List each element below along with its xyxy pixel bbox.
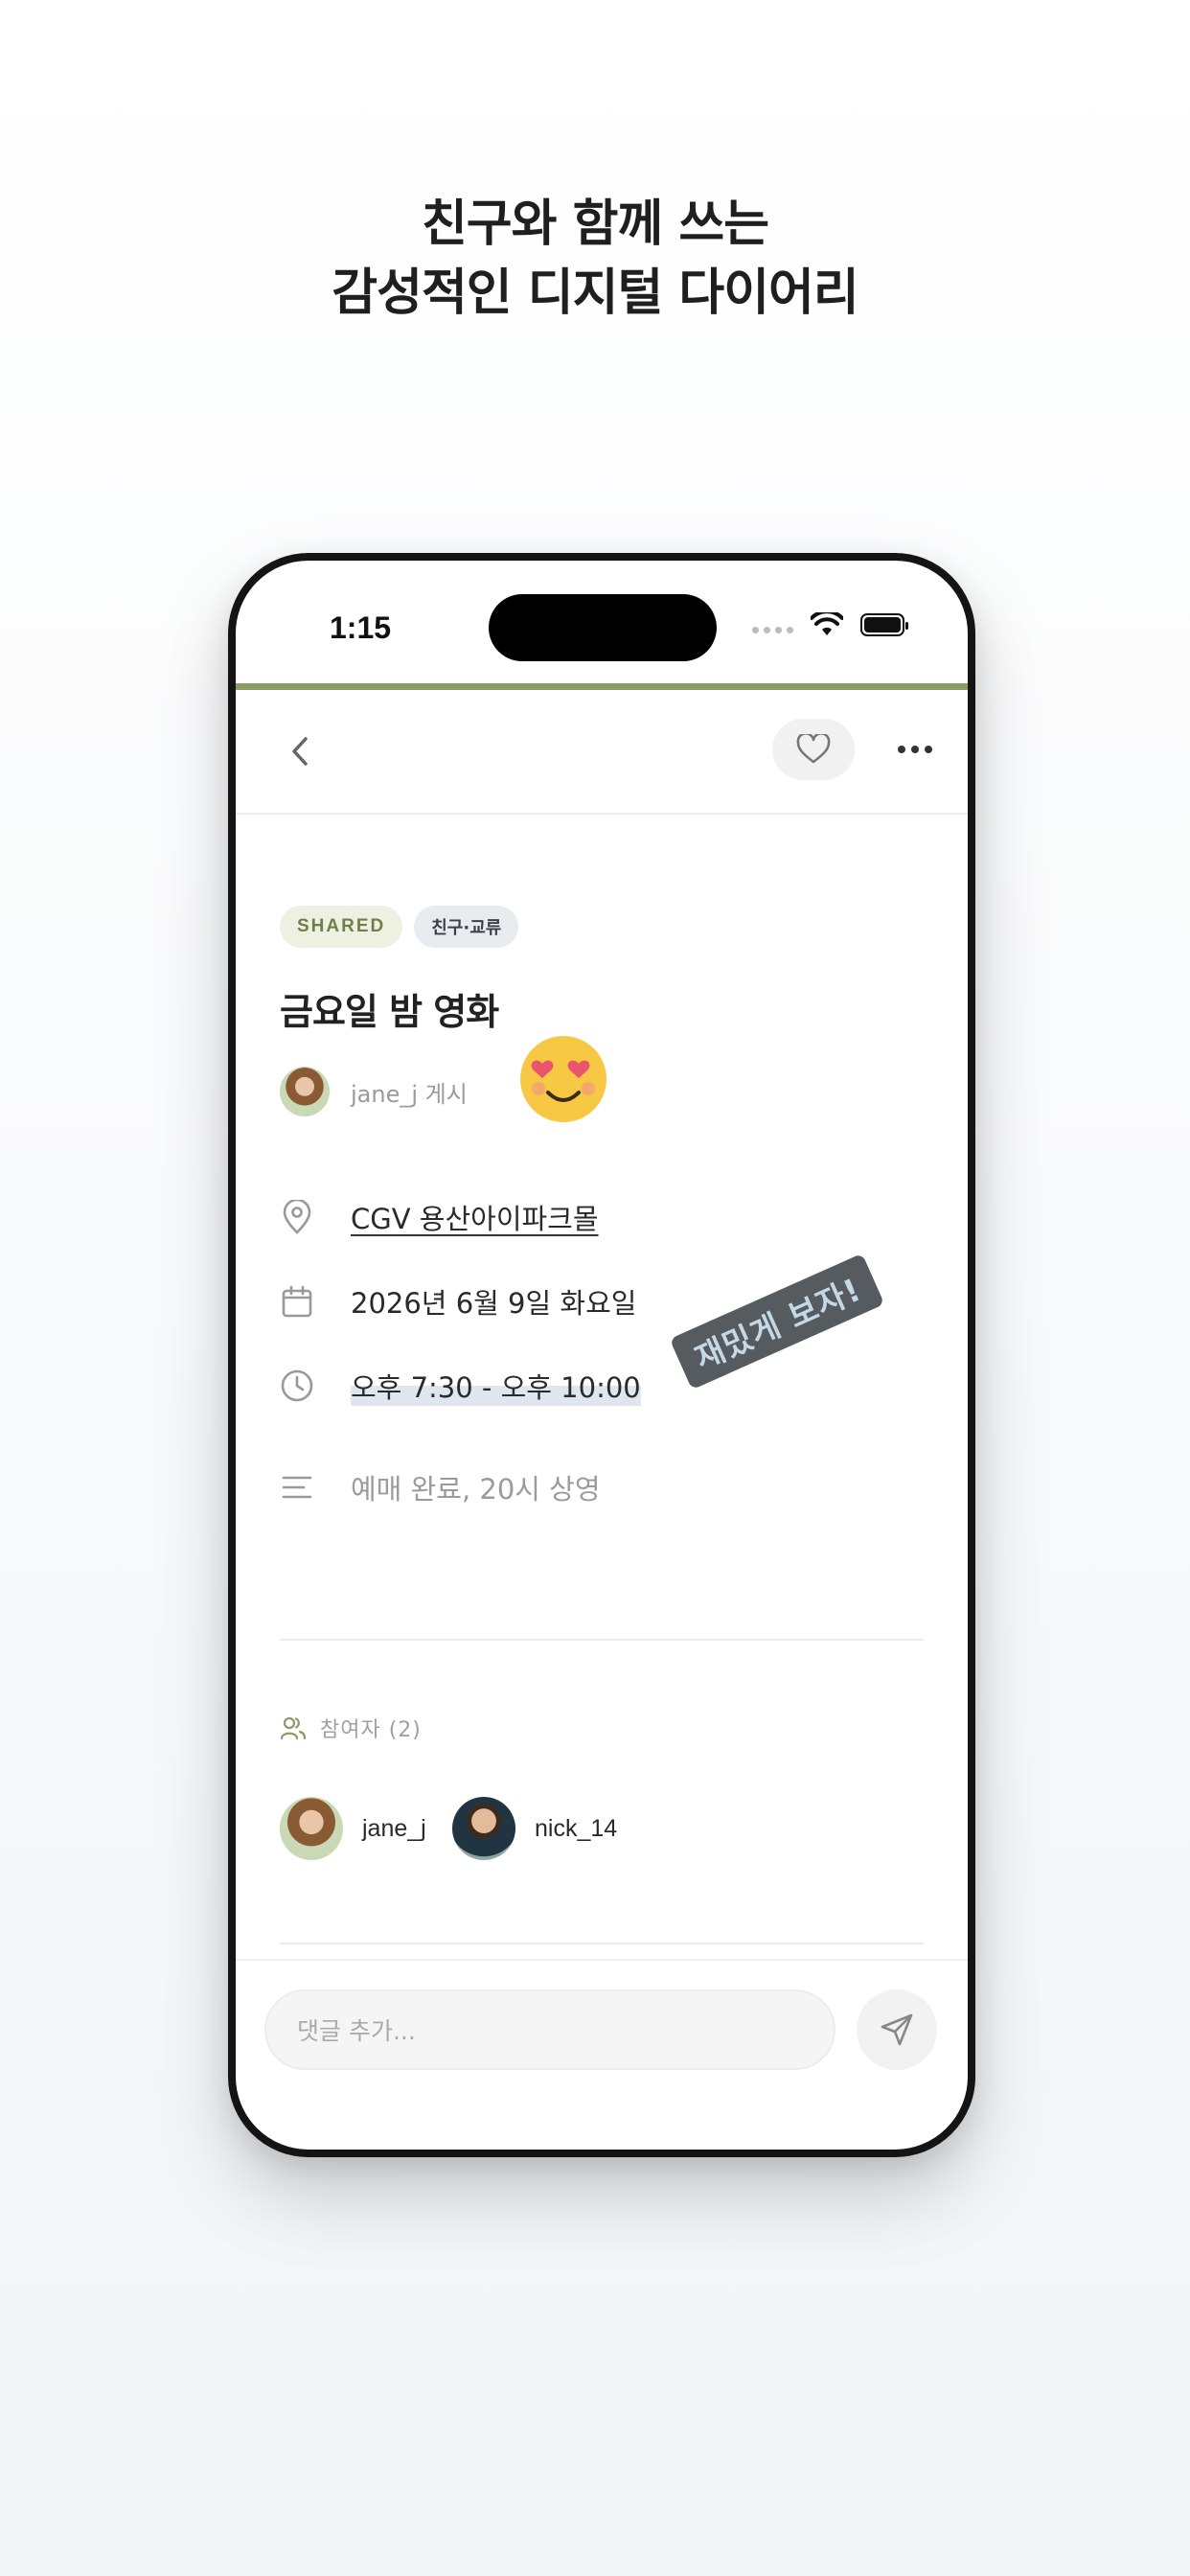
author-label: jane_j 게시 <box>351 1080 468 1108</box>
dynamic-island <box>489 594 717 661</box>
accent-bar <box>236 683 968 690</box>
send-icon <box>881 2013 913 2046</box>
tag-category: 친구·교류 <box>414 906 519 948</box>
text-lines-icon <box>282 1476 312 1499</box>
headline: 친구와 함께 쓰는 감성적인 디지털 다이어리 <box>0 190 1190 328</box>
send-button[interactable] <box>857 1990 937 2070</box>
status-time: 1:15 <box>330 610 392 645</box>
heart-icon <box>796 734 831 764</box>
date-row: 2026년 6월 9일 화요일 <box>280 1281 636 1322</box>
wifi-icon <box>811 612 843 635</box>
status-icons <box>752 612 908 637</box>
participant-name: nick_14 <box>535 1814 618 1842</box>
like-button[interactable] <box>772 719 855 780</box>
location-row[interactable]: CGV 용산아이파크몰 <box>280 1197 599 1237</box>
time-text: 오후 7:30 - 오후 10:00 <box>351 1366 641 1406</box>
headline-line-1: 친구와 함께 쓰는 <box>421 196 769 253</box>
calendar-icon <box>282 1285 312 1318</box>
chevron-left-icon <box>292 737 308 766</box>
top-navbar <box>236 690 968 815</box>
ellipsis-icon <box>898 746 905 753</box>
battery-icon <box>860 613 908 636</box>
phone-frame: 1:15 SHARED 친구·교류 금요일 밤 영화 jane_j 게시 CGV… <box>228 553 975 2157</box>
date-text: 2026년 6월 9일 화요일 <box>351 1287 637 1320</box>
participant-item[interactable]: jane_j <box>280 1797 426 1860</box>
post-author: jane_j 게시 <box>280 1067 468 1116</box>
tag-list: SHARED 친구·교류 <box>280 906 519 948</box>
participants-label: 참여자 (2) <box>320 1718 422 1742</box>
headline-line-2: 감성적인 디지털 다이어리 <box>332 264 858 322</box>
tag-shared: SHARED <box>280 906 403 948</box>
back-button[interactable] <box>282 732 320 770</box>
post-title: 금요일 밤 영화 <box>280 991 499 1033</box>
more-button[interactable] <box>891 730 939 769</box>
note-row: 예매 완료, 20시 상영 <box>280 1467 601 1507</box>
avatar <box>280 1797 343 1860</box>
section-divider <box>280 1943 924 1944</box>
time-row: 오후 7:30 - 오후 10:00 <box>280 1366 641 1406</box>
section-divider <box>280 1639 924 1641</box>
participant-name: jane_j <box>362 1814 426 1842</box>
avatar <box>280 1067 330 1116</box>
note-text: 예매 완료, 20시 상영 <box>351 1473 601 1506</box>
participant-item[interactable]: nick_14 <box>452 1797 617 1860</box>
comment-bar: 댓글 추가... <box>236 1959 968 2150</box>
users-icon <box>280 1716 307 1740</box>
clock-icon <box>281 1369 313 1402</box>
avatar <box>452 1797 515 1860</box>
map-pin-icon <box>283 1200 311 1234</box>
comment-input[interactable]: 댓글 추가... <box>264 1990 835 2070</box>
participants-header: 참여자 (2) <box>280 1713 422 1743</box>
heart-eyes-emoji <box>520 1036 606 1122</box>
location-text[interactable]: CGV 용산아이파크몰 <box>351 1197 599 1237</box>
sticker-note[interactable]: 재밌게 보자! <box>669 1253 885 1391</box>
signal-icon <box>752 617 793 633</box>
